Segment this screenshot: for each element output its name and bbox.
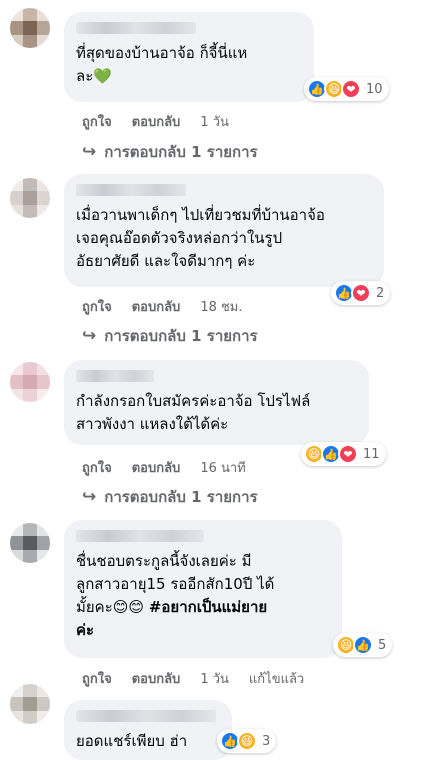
commenter-name[interactable] <box>76 22 196 34</box>
reply-button[interactable]: ตอบกลับ <box>132 296 181 317</box>
smiling-emoji: 😊😊 <box>112 598 145 616</box>
comment-bubble: ชื่นชอบตระกูลนี้จังเลยค่ะ มี ลูกสาวอายุ1… <box>64 520 342 658</box>
timestamp[interactable]: 18 ชม. <box>200 296 242 317</box>
comment-actions: ถูกใจ ตอบกลับ 18 ชม. <box>82 296 243 317</box>
avatar[interactable] <box>10 362 50 402</box>
commenter-name[interactable] <box>76 184 186 196</box>
love-reaction-icon: ❤ <box>351 283 371 303</box>
replies-label: การตอบกลับ 1 รายการ <box>104 143 258 161</box>
green-heart-emoji: 💚 <box>93 67 112 85</box>
reply-button[interactable]: ตอบกลับ <box>132 111 181 132</box>
comment-text: ที่สุดของบ้านอาจ้อ ก็จี้นี่แห ละ💚 <box>76 44 248 85</box>
avatar[interactable] <box>10 523 50 563</box>
reaction-count: 3 <box>262 733 271 749</box>
like-button[interactable]: ถูกใจ <box>82 457 112 478</box>
like-button[interactable]: ถูกใจ <box>82 296 112 317</box>
reaction-count: 10 <box>366 81 383 97</box>
reply-button[interactable]: ตอบกลับ <box>132 457 181 478</box>
reply-button[interactable]: ตอบกลับ <box>132 668 181 689</box>
comment-bubble: เมื่อวานพาเด็กๆ ไปเที่ยวชมที่บ้านอาจ้อ เ… <box>64 174 384 287</box>
like-button[interactable]: ถูกใจ <box>82 111 112 132</box>
edited-label: แก้ไขแล้ว <box>248 672 305 687</box>
avatar[interactable] <box>10 684 50 724</box>
comment-actions: ถูกใจ ตอบกลับ 1 วัน แก้ไขแล้ว <box>82 668 304 689</box>
comment-actions: ถูกใจ ตอบกลับ 16 นาที <box>82 457 246 478</box>
like-reaction-icon: 👍 <box>353 635 373 655</box>
view-replies-link[interactable]: ↪ การตอบกลับ 1 รายการ <box>82 140 258 164</box>
commenter-name[interactable] <box>76 530 204 542</box>
timestamp[interactable]: 16 นาที <box>200 457 245 478</box>
commenter-name[interactable] <box>76 370 154 382</box>
haha-reaction-icon: 😆 <box>237 731 257 751</box>
timestamp[interactable]: 1 วัน <box>200 668 229 689</box>
timestamp[interactable]: 1 วัน <box>200 111 229 132</box>
reaction-count: 11 <box>363 446 380 462</box>
commenter-name[interactable] <box>76 710 216 722</box>
comment-actions: ถูกใจ ตอบกลับ 1 วัน <box>82 111 229 132</box>
comment-text: ชื่นชอบตระกูลนี้จังเลยค่ะ มี ลูกสาวอายุ1… <box>76 552 275 639</box>
love-reaction-icon: ❤ <box>338 444 358 464</box>
comment-text: ยอดแชร์เพียบ ฮ่า <box>76 732 188 750</box>
comment-bubble: ยอดแชร์เพียบ ฮ่า <box>64 700 232 760</box>
reaction-summary[interactable]: 👍 ❤ 2 <box>331 281 391 305</box>
view-replies-link[interactable]: ↪ การตอบกลับ 1 รายการ <box>82 324 258 348</box>
replies-label: การตอบกลับ 1 รายการ <box>104 327 258 345</box>
comment-text: กำลังกรอกใบสมัครค่ะอาจ้อ โปรไฟล์ สาวพังง… <box>76 392 311 433</box>
avatar[interactable] <box>10 178 50 218</box>
reply-arrow-icon: ↪ <box>82 487 97 507</box>
reply-arrow-icon: ↪ <box>82 326 97 346</box>
comment-bubble: ที่สุดของบ้านอาจ้อ ก็จี้นี่แห ละ💚 <box>64 12 314 102</box>
like-button[interactable]: ถูกใจ <box>82 668 112 689</box>
replies-label: การตอบกลับ 1 รายการ <box>104 488 258 506</box>
reaction-count: 5 <box>378 637 387 653</box>
reply-arrow-icon: ↪ <box>82 142 97 162</box>
reaction-count: 2 <box>376 285 385 301</box>
reaction-summary[interactable]: 👍 😆 3 <box>217 729 277 753</box>
view-replies-link[interactable]: ↪ การตอบกลับ 1 รายการ <box>82 485 258 509</box>
love-reaction-icon: ❤ <box>341 79 361 99</box>
reaction-summary[interactable]: 👍 😆 ❤ 10 <box>304 77 389 101</box>
comment-bubble: กำลังกรอกใบสมัครค่ะอาจ้อ โปรไฟล์ สาวพังง… <box>64 360 369 445</box>
reaction-summary[interactable]: 😆 👍 ❤ 11 <box>301 442 386 466</box>
avatar[interactable] <box>10 8 50 48</box>
comment-text: เมื่อวานพาเด็กๆ ไปเที่ยวชมที่บ้านอาจ้อ เ… <box>76 206 325 270</box>
reaction-summary[interactable]: 😆 👍 5 <box>333 633 393 657</box>
